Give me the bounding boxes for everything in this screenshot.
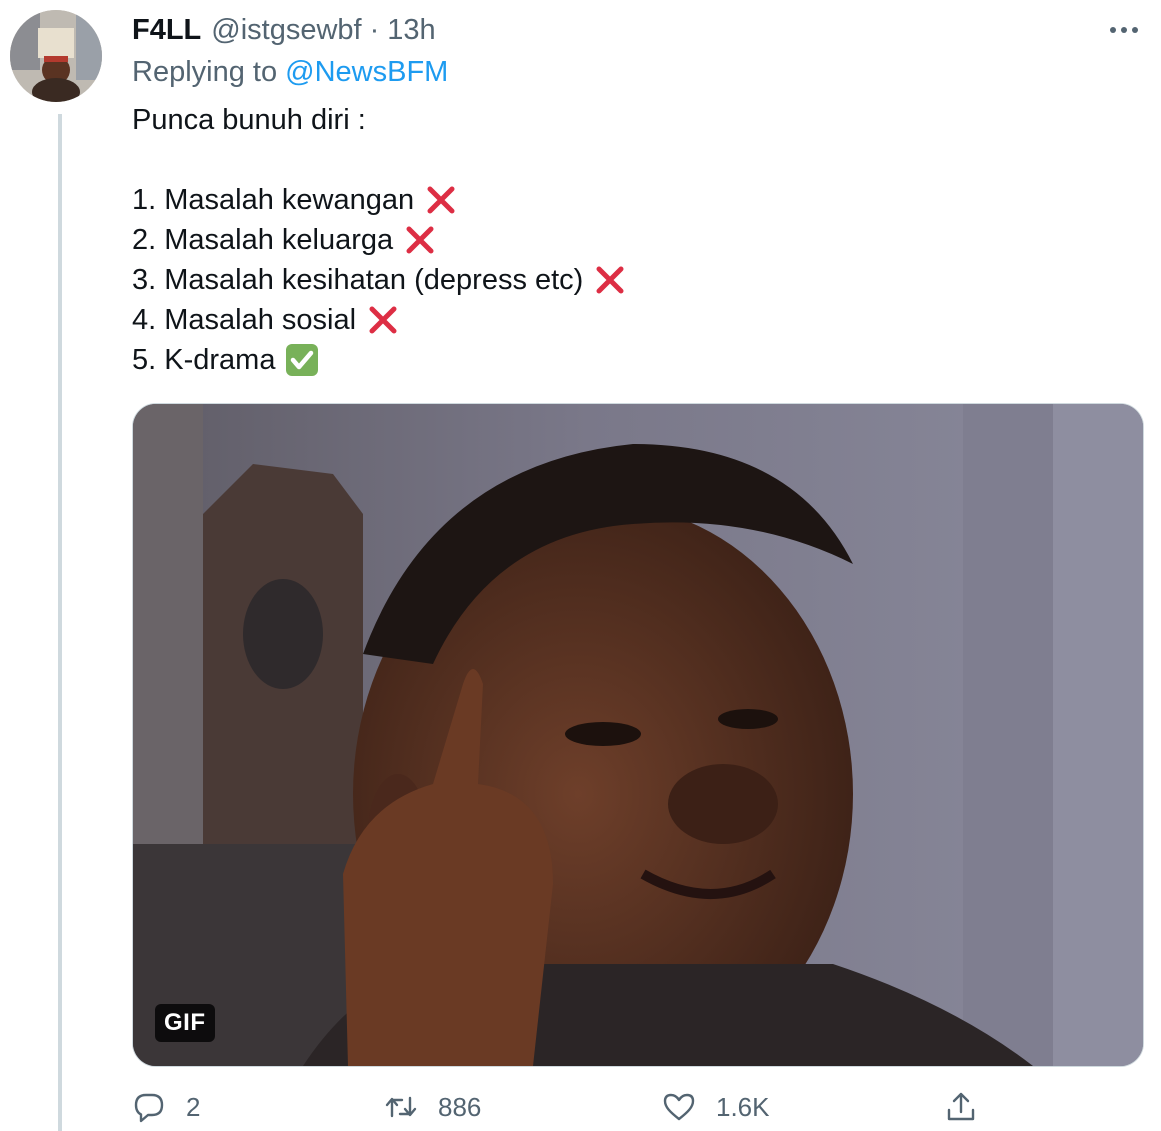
check-mark-icon: [285, 343, 319, 377]
author-display-name[interactable]: F4LL: [132, 14, 201, 47]
list-item-text: 4. Masalah sosial: [132, 304, 357, 336]
list-item-text: 2. Masalah keluarga: [132, 224, 394, 256]
tweet-actions-bar: 2 886 1.6K: [0, 1090, 1161, 1130]
replying-to-line: Replying to @NewsBFM: [132, 56, 448, 89]
more-options-icon[interactable]: [1106, 16, 1142, 44]
replying-to-mention[interactable]: @NewsBFM: [285, 56, 448, 88]
list-item-text: 5. K-drama: [132, 344, 276, 376]
tweet-timestamp[interactable]: 13h: [387, 14, 435, 47]
heart-icon: [663, 1093, 695, 1121]
tweet-line-text: Punca bunuh diri :: [132, 104, 366, 136]
share-button[interactable]: [944, 1090, 978, 1124]
replying-to-prefix: Replying to: [132, 56, 278, 88]
list-item: 4. Masalah sosial: [132, 300, 627, 340]
like-count: 1.6K: [716, 1091, 770, 1122]
author-handle[interactable]: @istgsewbf: [211, 14, 361, 47]
list-item: 2. Masalah keluarga: [132, 220, 627, 260]
thread-connector-line: [58, 114, 62, 1131]
gif-frame-image: [133, 404, 1143, 1066]
retweet-button[interactable]: 886: [384, 1090, 481, 1124]
list-item: 1. Masalah kewangan: [132, 180, 627, 220]
gif-badge: GIF: [155, 1004, 215, 1042]
reply-bubble-icon: [134, 1093, 164, 1123]
cross-mark-icon: [424, 183, 458, 217]
tweet-line-intro: Punca bunuh diri :: [132, 100, 627, 140]
list-item-text: 3. Masalah kesihatan (depress etc): [132, 264, 584, 296]
share-upload-icon: [947, 1092, 975, 1121]
tweet-header: F4LL @istgsewbf · 13h: [132, 12, 436, 48]
list-item: 3. Masalah kesihatan (depress etc): [132, 260, 627, 300]
retweet-count: 886: [438, 1091, 482, 1122]
cross-mark-icon: [366, 303, 400, 337]
cross-mark-icon: [593, 263, 627, 297]
list-item: 5. K-drama: [132, 340, 627, 380]
avatar-image: [10, 10, 102, 102]
list-item-text: 1. Masalah kewangan: [132, 184, 415, 216]
cross-mark-icon: [403, 223, 437, 257]
avatar[interactable]: [10, 10, 102, 102]
reply-button[interactable]: 2: [132, 1090, 200, 1124]
tweet-media-gif[interactable]: GIF: [132, 403, 1144, 1067]
reply-count: 2: [186, 1091, 201, 1122]
separator-dot: ·: [369, 13, 380, 46]
like-button[interactable]: 1.6K: [662, 1090, 770, 1124]
retweet-icon: [385, 1096, 417, 1118]
tweet-text: Punca bunuh diri : 1. Masalah kewangan 2…: [132, 100, 627, 380]
